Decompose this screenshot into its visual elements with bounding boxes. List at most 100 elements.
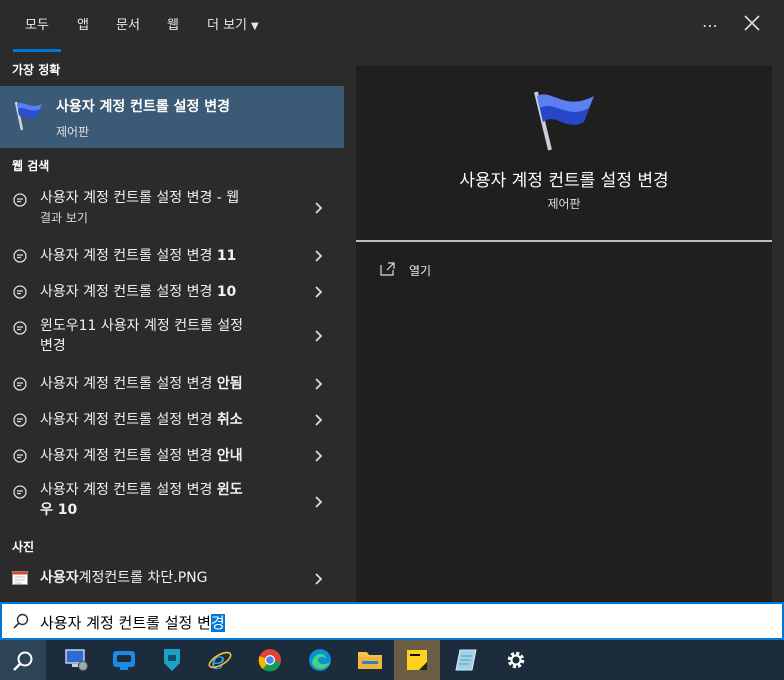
chevron-right-icon — [315, 250, 323, 262]
web-search-icon — [13, 377, 27, 391]
web-result-bold-text: 안내 — [216, 448, 243, 464]
flag-icon — [14, 101, 42, 131]
web-search-icon — [13, 449, 27, 463]
web-result-item[interactable]: 사용자 계정 컨트롤 설정 변경 11 — [0, 242, 344, 270]
web-search-icon — [13, 193, 27, 207]
web-result-bold-text: 안됨 — [216, 376, 243, 392]
open-icon — [380, 262, 395, 276]
chevron-right-icon — [315, 286, 323, 298]
tab-documents-label: 문서 — [116, 18, 140, 33]
settings-icon — [507, 651, 525, 669]
web-result-text: 사용자 계정 컨트롤 설정 변경 — [40, 376, 217, 392]
chevron-right-icon — [315, 573, 323, 585]
tab-more-label: 더 보기 — [207, 18, 248, 33]
best-match-item[interactable]: 사용자 계정 컨트롤 설정 변경 제어판 — [0, 86, 344, 148]
web-search-icon — [13, 321, 27, 335]
svg-text:e: e — [211, 647, 225, 673]
open-action[interactable]: 열기 — [409, 262, 431, 279]
web-result-text-line2: 변경 — [40, 338, 66, 354]
taskbar-notepad[interactable] — [442, 640, 488, 680]
search-icon — [13, 651, 33, 671]
shield-app-icon — [164, 649, 180, 671]
detail-title: 사용자 계정 컨트롤 설정 변경 — [459, 171, 669, 191]
search-input-selection: 경 — [210, 614, 225, 632]
web-result-bold-text: 11 — [216, 248, 237, 264]
web-search-icon — [13, 485, 27, 499]
top-tab-bar: 모두 앱 문서 웹 더 보기 ▼ ⋯ — [0, 0, 784, 52]
web-result-text: 사용자 계정 컨트롤 설정 변경 — [40, 448, 217, 464]
flag-icon — [534, 91, 594, 151]
web-result-item[interactable]: 사용자 계정 컨트롤 설정 변경 - 웹결과 보기 — [0, 186, 344, 230]
taskbar-search-button[interactable] — [0, 640, 46, 680]
web-result-text: 사용자 계정 컨트롤 설정 변경 — [40, 482, 217, 498]
taskbar-sticky-notes[interactable] — [394, 640, 440, 680]
web-result-item[interactable]: 윈도우11 사용자 계정 컨트롤 설정변경 — [0, 314, 344, 358]
tab-web-label: 웹 — [167, 18, 179, 33]
search-box[interactable]: 사용자 계정 컨트롤 설정 변경 — [0, 602, 784, 640]
web-result-item[interactable]: 사용자 계정 컨트롤 설정 변경 취소 — [0, 406, 344, 434]
chevron-right-icon — [315, 414, 323, 426]
tab-all[interactable]: 모두 — [13, 0, 61, 52]
file-explorer-icon — [358, 652, 382, 669]
chevron-right-icon — [315, 202, 323, 214]
notepad-icon — [455, 649, 477, 671]
taskbar-app[interactable] — [100, 640, 146, 680]
search-input-text: 사용자 계정 컨트롤 설정 변 — [40, 614, 211, 632]
web-search-icon — [13, 285, 27, 299]
chevron-right-icon — [315, 496, 323, 508]
web-result-text: 사용자 계정 컨트롤 설정 변경 — [40, 412, 217, 428]
web-result-text: 사용자 계정 컨트롤 설정 변경 — [40, 284, 217, 300]
web-result-bold-text: 윈도 — [216, 482, 243, 498]
search-icon — [13, 613, 29, 629]
web-result-text: 사용자 계정 컨트롤 설정 변경 — [40, 248, 217, 264]
best-match-subtitle: 제어판 — [56, 125, 90, 139]
taskbar-edge[interactable] — [296, 640, 342, 680]
best-match-title: 사용자 계정 컨트롤 설정 변경 — [56, 99, 231, 115]
photo-result-item[interactable]: 사용자계정컨트롤 차단.PNG — [0, 564, 344, 594]
chevron-right-icon — [315, 330, 323, 342]
tab-more[interactable]: 더 보기 ▼ — [207, 0, 259, 52]
taskbar-shield-app[interactable] — [148, 640, 194, 680]
web-result-item[interactable]: 사용자 계정 컨트롤 설정 변경 안됨 — [0, 370, 344, 398]
web-search-heading: 웹 검색 — [12, 159, 50, 173]
chevron-right-icon — [315, 450, 323, 462]
close-icon[interactable] — [740, 14, 764, 38]
taskbar-remote-desktop[interactable] — [54, 640, 100, 680]
web-search-icon — [13, 413, 27, 427]
chevron-down-icon: ▼ — [251, 21, 259, 32]
tab-apps[interactable]: 앱 — [77, 0, 89, 52]
best-match-heading: 가장 정확 — [12, 63, 61, 77]
internet-explorer-icon: e — [208, 647, 232, 673]
taskbar-chrome[interactable] — [246, 640, 292, 680]
photos-heading: 사진 — [12, 540, 35, 554]
web-search-icon — [13, 249, 27, 263]
web-result-item[interactable]: 사용자 계정 컨트롤 설정 변경 안내 — [0, 442, 344, 470]
taskbar-internet-explorer[interactable]: e — [196, 640, 242, 680]
detail-divider — [356, 240, 772, 242]
chrome-icon — [258, 649, 281, 672]
web-result-subtext: 결과 보기 — [40, 211, 88, 225]
image-file-icon — [12, 571, 28, 585]
tab-documents[interactable]: 문서 — [116, 0, 140, 52]
edge-icon — [309, 649, 331, 671]
web-result-text: 사용자 계정 컨트롤 설정 변경 - 웹 — [40, 190, 240, 206]
remote-desktop-icon — [65, 649, 88, 671]
web-result-item[interactable]: 사용자 계정 컨트롤 설정 변경 10 — [0, 278, 344, 306]
taskbar: e — [0, 640, 784, 680]
photo-result-text: 계정컨트롤 차단.PNG — [78, 570, 208, 586]
web-result-bold-text-line2: 우 10 — [40, 502, 78, 518]
search-input[interactable]: 사용자 계정 컨트롤 설정 변경 — [40, 612, 225, 633]
web-result-bold-text: 취소 — [216, 412, 243, 428]
tab-web[interactable]: 웹 — [167, 0, 179, 52]
more-options-icon[interactable]: ⋯ — [698, 14, 722, 38]
taskbar-file-explorer[interactable] — [346, 640, 392, 680]
web-result-bold-text: 10 — [216, 284, 237, 300]
taskbar-settings[interactable] — [492, 640, 538, 680]
web-result-text: 윈도우11 사용자 계정 컨트롤 설정 — [40, 318, 244, 334]
sticky-notes-icon — [407, 650, 427, 670]
detail-subtitle: 제어판 — [547, 197, 581, 211]
web-result-item[interactable]: 사용자 계정 컨트롤 설정 변경 윈도우 10 — [0, 478, 344, 522]
tab-apps-label: 앱 — [77, 18, 89, 33]
detail-pane: 사용자 계정 컨트롤 설정 변경 제어판 열기 — [356, 66, 772, 602]
app-icon — [113, 651, 135, 670]
